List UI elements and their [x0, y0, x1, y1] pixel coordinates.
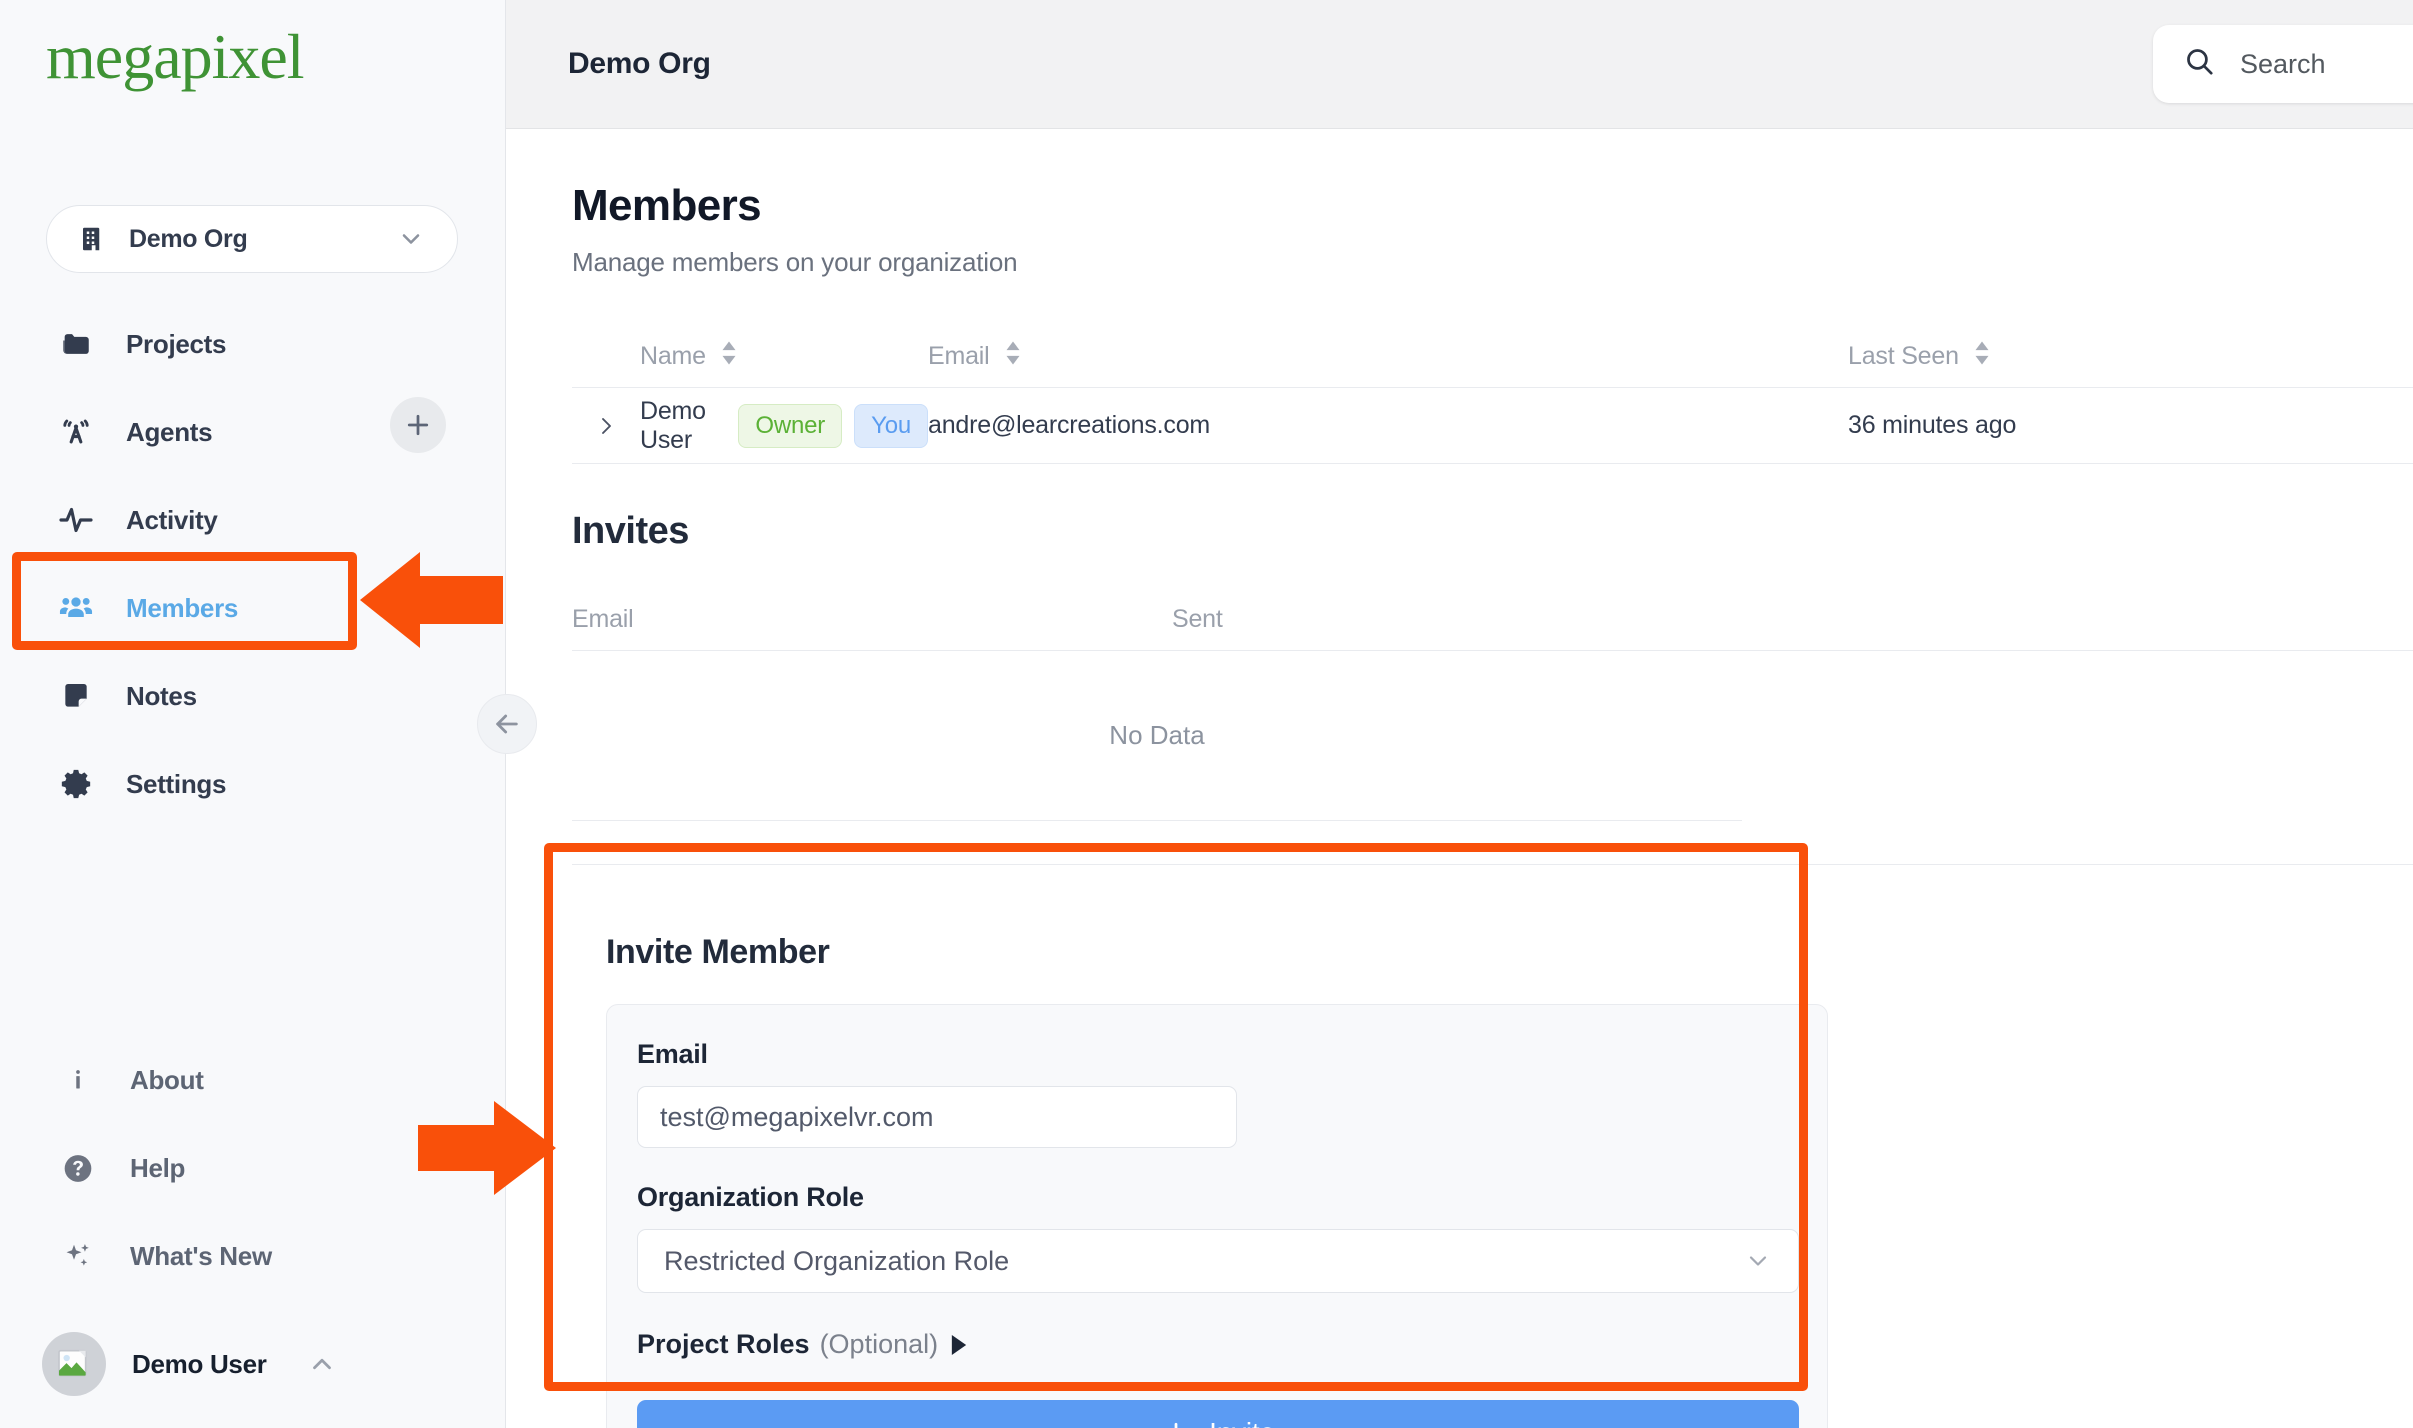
page-title: Members [572, 181, 762, 230]
topbar-actions: Search [2153, 25, 2413, 103]
sidebar-item-projects[interactable]: Projects [0, 300, 505, 388]
invite-submit-button[interactable]: Invite [637, 1400, 1799, 1428]
people-group-icon [58, 590, 94, 626]
folder-icon [58, 326, 94, 362]
expand-row-button[interactable] [572, 414, 640, 438]
invite-member-card: Invite Member Email test@megapixelvr.com… [572, 899, 1862, 1428]
org-switcher[interactable]: Demo Org [46, 205, 458, 273]
sort-icon[interactable] [1972, 340, 1992, 373]
activity-pulse-icon [58, 502, 94, 538]
question-circle-icon [62, 1152, 94, 1184]
organization-role-select[interactable]: Restricted Organization Role [637, 1229, 1799, 1293]
members-table: Name Email Last Seen Demo User Owner You… [572, 326, 2413, 464]
search-placeholder: Search [2240, 48, 2326, 79]
sidebar-item-label: Agents [126, 416, 213, 447]
sidebar-item-help[interactable]: Help [0, 1124, 505, 1212]
chevron-down-icon [393, 221, 429, 257]
invites-table-header: Email Sent [572, 589, 2413, 651]
email-field[interactable]: test@megapixelvr.com [637, 1086, 1237, 1148]
invite-submit-label: Invite [1209, 1417, 1275, 1428]
status-badge: Owner [738, 403, 843, 448]
member-name: Demo User [640, 396, 706, 454]
project-roles-optional-label: (Optional) [819, 1329, 939, 1359]
column-header-name[interactable]: Name [640, 340, 928, 373]
column-header-email[interactable]: Email [928, 340, 1848, 373]
sidebar-bottom-nav: About Help What's New [0, 1036, 505, 1300]
topbar: Demo Org Search [506, 0, 2413, 129]
plus-icon [407, 414, 429, 436]
chevron-up-icon [307, 1349, 337, 1379]
members-table-header: Name Email Last Seen [572, 326, 2413, 388]
sort-icon[interactable] [1003, 340, 1023, 373]
column-label: Name [640, 342, 706, 370]
broadcast-antenna-icon [58, 414, 94, 450]
search-input[interactable]: Search [2153, 25, 2413, 103]
sidebar-item-label: Projects [126, 328, 227, 359]
invite-member-section: Invite Member Email test@megapixelvr.com… [572, 899, 1862, 1428]
info-icon [62, 1064, 94, 1096]
page-breadcrumb-title: Demo Org [568, 47, 711, 80]
organization-role-value: Restricted Organization Role [664, 1245, 1010, 1276]
page-subtitle: Manage members on your organization [572, 247, 1018, 277]
cell-email: andre@learcreations.com [928, 411, 1211, 439]
sort-icon[interactable] [719, 340, 739, 373]
sidebar-item-settings[interactable]: Settings [0, 740, 505, 828]
sidebar-item-label: About [130, 1064, 204, 1095]
cell-last-seen: 36 minutes ago [1848, 411, 2017, 439]
column-header-invite-sent: Sent [1172, 605, 1223, 633]
project-roles-toggle[interactable]: Project Roles (Optional) [637, 1329, 1797, 1360]
sticky-note-icon [58, 678, 94, 714]
sidebar-item-about[interactable]: About [0, 1036, 505, 1124]
sidebar-user-menu[interactable]: Demo User [0, 1300, 505, 1428]
cell-name: Demo User Owner You [640, 397, 928, 455]
add-agent-button[interactable] [390, 397, 446, 453]
table-row[interactable]: Demo User Owner You andre@learcreations.… [572, 388, 2413, 464]
building-icon [75, 221, 111, 257]
sparkles-icon [62, 1240, 94, 1272]
status-badge: You [854, 403, 928, 448]
column-label: Last Seen [1848, 342, 1959, 370]
sidebar-item-activity[interactable]: Activity [0, 476, 505, 564]
gear-icon [58, 766, 94, 802]
invites-empty-state: No Data [572, 651, 1742, 821]
sidebar: megapixel Demo Org Projects Agents Activ… [0, 0, 506, 1428]
members-page: Members Manage members on your organizat… [506, 181, 2413, 1428]
org-switcher-label: Demo Org [129, 224, 248, 253]
invites-table: Email Sent No Data [572, 589, 2413, 865]
project-roles-label: Project Roles [637, 1329, 810, 1359]
plus-icon [1174, 1422, 1178, 1428]
sidebar-item-label: Members [126, 592, 239, 623]
arrow-left-icon [496, 714, 518, 734]
org-role-label: Organization Role [637, 1182, 864, 1212]
main-content: Demo Org Search Members Manage members o… [506, 0, 2413, 1428]
chevron-right-icon [602, 417, 611, 434]
avatar [42, 1332, 106, 1396]
column-header-last-seen[interactable]: Last Seen [1848, 340, 2413, 373]
brand-logo[interactable]: megapixel [46, 20, 305, 94]
app-window: megapixel Demo Org Projects Agents Activ… [0, 0, 2413, 1428]
collapse-sidebar-button[interactable] [477, 694, 537, 754]
invites-section-title: Invites [572, 510, 689, 552]
invites-table-footer-divider [572, 821, 2413, 865]
column-header-invite-email: Email [572, 605, 634, 633]
sidebar-item-label: Settings [126, 768, 227, 799]
sidebar-item-notes[interactable]: Notes [0, 652, 505, 740]
invite-member-title: Invite Member [606, 933, 830, 971]
chevron-down-icon [1744, 1247, 1772, 1275]
sidebar-item-label: Activity [126, 504, 218, 535]
column-label: Email [928, 342, 990, 370]
sidebar-item-label: Help [130, 1152, 186, 1183]
sidebar-item-whats-new[interactable]: What's New [0, 1212, 505, 1300]
triangle-right-icon [950, 1334, 968, 1355]
sidebar-item-members[interactable]: Members [0, 564, 505, 652]
sidebar-item-label: What's New [130, 1240, 272, 1271]
invite-member-form: Email test@megapixelvr.com Organization … [606, 1004, 1828, 1428]
email-field-label: Email [637, 1039, 708, 1069]
sidebar-item-label: Notes [126, 680, 197, 711]
sidebar-user-name: Demo User [132, 1348, 267, 1379]
search-icon [2183, 45, 2216, 83]
sidebar-nav: Projects Agents Activity Members Notes S… [0, 300, 505, 828]
